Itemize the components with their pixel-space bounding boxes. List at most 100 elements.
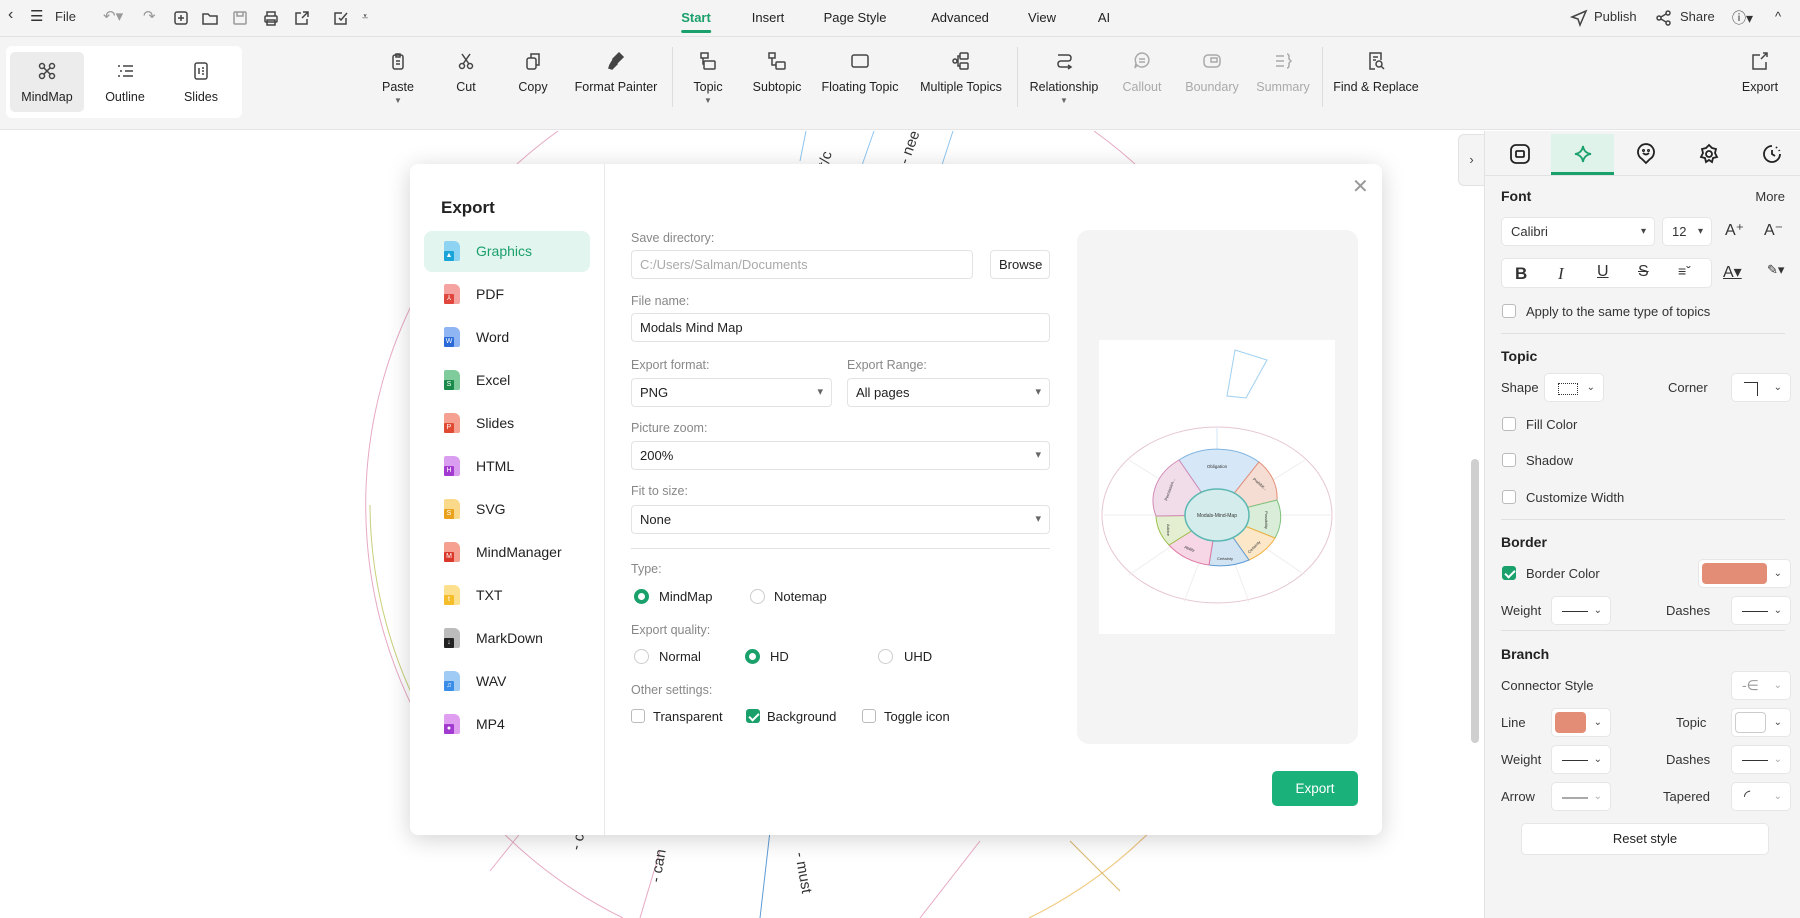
apply-same-type-checkbox[interactable]: [1502, 304, 1516, 318]
format-slides[interactable]: P Slides: [424, 403, 590, 444]
toggle-icon-checkbox[interactable]: [862, 709, 876, 723]
format-html[interactable]: H HTML: [424, 446, 590, 487]
dropdown-arrow-icon[interactable]: ▼: [1018, 96, 1110, 105]
export-quick-icon[interactable]: [293, 9, 311, 27]
format-mindmanager[interactable]: M MindManager: [424, 532, 590, 573]
background-checkbox[interactable]: [746, 709, 760, 723]
tab-advanced[interactable]: Advanced: [931, 10, 989, 25]
dropdown-arrow-icon[interactable]: ▼: [352, 96, 444, 105]
font-family-select[interactable]: Calibri ▾: [1501, 217, 1655, 246]
file-menu[interactable]: File: [55, 9, 76, 24]
export-range-select[interactable]: All pages: [847, 378, 1050, 407]
branch-line-color-select[interactable]: ⌄: [1551, 708, 1611, 737]
format-wav[interactable]: ♫ WAV: [424, 661, 590, 702]
floating-topic-button[interactable]: Floating Topic: [814, 51, 906, 94]
branch-tapered-select[interactable]: ◜ ⌄: [1731, 782, 1791, 811]
border-color-checkbox[interactable]: [1502, 566, 1516, 580]
save-directory-input[interactable]: C:/Users/Salman/Documents: [631, 250, 973, 279]
publish-icon[interactable]: [1570, 9, 1588, 27]
tab-ai[interactable]: AI: [1098, 10, 1110, 25]
task-icon[interactable]: [332, 9, 350, 27]
export-format-select[interactable]: PNG: [631, 378, 832, 407]
shape-select[interactable]: ⌄: [1544, 373, 1604, 402]
find-replace-button[interactable]: Find & Replace: [1330, 51, 1422, 94]
fill-color-checkbox[interactable]: [1502, 417, 1516, 431]
picture-zoom-select[interactable]: 200%: [631, 441, 1050, 470]
more-tools-icon[interactable]: ⩡: [362, 11, 368, 24]
font-more-link[interactable]: More: [1755, 189, 1785, 204]
increase-font-icon[interactable]: A⁺: [1725, 220, 1744, 240]
format-word[interactable]: W Word: [424, 317, 590, 358]
help-icon[interactable]: ⓘ▾: [1732, 8, 1753, 28]
share-button[interactable]: Share: [1680, 9, 1715, 24]
format-excel[interactable]: S Excel: [424, 360, 590, 401]
format-graphics[interactable]: ▲ Graphics: [424, 231, 590, 272]
border-weight-select[interactable]: ⌄: [1551, 596, 1611, 625]
branch-dashes-select[interactable]: ⌄: [1731, 745, 1791, 774]
tab-insert[interactable]: Insert: [752, 10, 785, 25]
copy-button[interactable]: Copy: [487, 51, 579, 94]
collapse-panel-button[interactable]: ›: [1458, 134, 1484, 186]
canvas-scrollbar[interactable]: [1471, 459, 1479, 743]
share-icon[interactable]: [1655, 9, 1673, 27]
italic-icon[interactable]: I: [1558, 264, 1564, 284]
tab-style[interactable]: [1488, 134, 1551, 175]
export-ribbon-button[interactable]: Export: [1714, 51, 1800, 94]
type-notemap-radio[interactable]: [750, 589, 765, 604]
shadow-checkbox[interactable]: [1502, 453, 1516, 467]
highlight-icon[interactable]: ✎▾: [1767, 262, 1784, 278]
tab-ai-style[interactable]: [1551, 134, 1614, 175]
branch-arrow-select[interactable]: ⌄: [1551, 782, 1611, 811]
tab-page-style[interactable]: Page Style: [824, 10, 887, 25]
undo-icon[interactable]: ↶▾: [103, 7, 123, 25]
format-txt[interactable]: t TXT: [424, 575, 590, 616]
align-icon[interactable]: ≡ˇ: [1678, 263, 1691, 279]
browse-button[interactable]: Browse: [990, 250, 1050, 279]
redo-icon[interactable]: ↷: [143, 7, 156, 25]
view-outline[interactable]: Outline: [88, 52, 162, 112]
publish-button[interactable]: Publish: [1594, 9, 1637, 24]
underline-icon[interactable]: U: [1597, 263, 1609, 281]
file-name-input[interactable]: Modals Mind Map: [631, 313, 1050, 342]
branch-weight-select[interactable]: ⌄: [1551, 745, 1611, 774]
font-size-select[interactable]: 12 ▾: [1662, 217, 1712, 246]
font-color-icon[interactable]: A▾: [1723, 262, 1742, 282]
decrease-font-icon[interactable]: A⁻: [1764, 220, 1783, 240]
new-file-icon[interactable]: [172, 9, 190, 27]
quality-normal-radio[interactable]: [634, 649, 649, 664]
view-slides[interactable]: Slides: [164, 52, 238, 112]
border-dashes-select[interactable]: ⌄: [1731, 596, 1791, 625]
reset-style-button[interactable]: Reset style: [1521, 823, 1769, 855]
tab-icons[interactable]: [1614, 134, 1677, 175]
open-folder-icon[interactable]: [201, 9, 219, 27]
format-painter-button[interactable]: Format Painter: [570, 51, 662, 94]
quality-hd-radio[interactable]: [745, 649, 760, 664]
format-markdown[interactable]: ↓ MarkDown: [424, 618, 590, 659]
multiple-topics-button[interactable]: Multiple Topics: [915, 51, 1007, 94]
border-color-select[interactable]: ⌄: [1698, 559, 1791, 588]
tab-theme[interactable]: [1677, 134, 1740, 175]
corner-select[interactable]: ⌄: [1731, 373, 1791, 402]
strikethrough-icon[interactable]: S: [1638, 263, 1649, 281]
summary-button[interactable]: Summary: [1237, 51, 1329, 94]
type-mindmap-radio[interactable]: [634, 589, 649, 604]
fit-to-size-select[interactable]: None: [631, 505, 1050, 534]
export-button[interactable]: Export: [1272, 771, 1358, 806]
tab-history[interactable]: [1740, 134, 1800, 175]
print-icon[interactable]: [262, 9, 280, 27]
back-icon[interactable]: ‹: [8, 6, 13, 24]
customize-width-checkbox[interactable]: [1502, 490, 1516, 504]
subtopic-button[interactable]: Subtopic: [731, 51, 823, 94]
tab-start[interactable]: Start: [681, 10, 711, 33]
bold-icon[interactable]: B: [1515, 264, 1527, 284]
tab-view[interactable]: View: [1028, 10, 1056, 25]
connector-style-select[interactable]: -∈ ⌄: [1731, 671, 1791, 700]
menu-icon[interactable]: ☰: [30, 7, 43, 25]
format-svg[interactable]: S SVG: [424, 489, 590, 530]
close-icon[interactable]: ✕: [1352, 174, 1369, 199]
dropdown-arrow-icon[interactable]: ▼: [662, 96, 754, 105]
branch-topic-color-select[interactable]: ⌄: [1731, 708, 1791, 737]
format-pdf[interactable]: ⅄ PDF: [424, 274, 590, 315]
quality-uhd-radio[interactable]: [878, 649, 893, 664]
collapse-ribbon-icon[interactable]: ^: [1775, 9, 1781, 24]
